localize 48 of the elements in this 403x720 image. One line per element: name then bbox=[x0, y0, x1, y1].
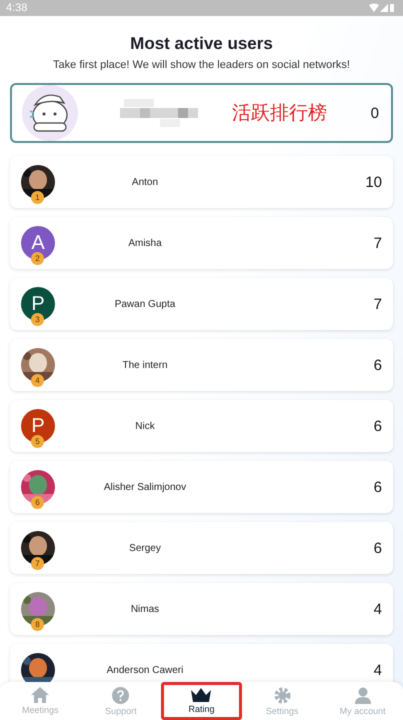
user-name: Nick bbox=[134, 420, 156, 432]
user-card[interactable]: Anderson Caweri 4 bbox=[10, 644, 393, 682]
rank-badge: 8 bbox=[31, 618, 44, 631]
user-card[interactable]: A 2 Amisha 7 bbox=[10, 217, 393, 269]
help-icon bbox=[112, 686, 130, 704]
annotation-text: 活跃排行榜 bbox=[232, 102, 328, 126]
person-icon bbox=[354, 686, 371, 704]
status-icons bbox=[369, 3, 395, 13]
user-name: Anderson Caweri bbox=[106, 664, 184, 676]
score: 4 bbox=[374, 600, 382, 618]
score: 7 bbox=[374, 296, 382, 312]
nav-tab[interactable]: Rating bbox=[161, 682, 242, 720]
score: 0 bbox=[370, 104, 379, 122]
user-name: Nimas bbox=[130, 604, 160, 614]
settings-icon bbox=[274, 686, 291, 704]
rank-badge: 5 bbox=[31, 435, 44, 448]
user-name: The intern bbox=[121, 360, 169, 370]
rank-badge: 4 bbox=[31, 374, 44, 387]
score: 6 bbox=[374, 356, 382, 374]
crown-icon bbox=[191, 688, 212, 702]
score: 6 bbox=[374, 478, 382, 496]
user-name: Pawan Gupta bbox=[114, 298, 176, 310]
page-subtitle: Take first place! We will show the leaders on social networks! bbox=[52, 59, 351, 71]
rank-badge: 1 bbox=[31, 191, 44, 204]
user-card[interactable]: 7 Sergey 6 bbox=[10, 522, 393, 574]
user-card[interactable]: 6 Alisher Salimjonov 6 bbox=[10, 461, 393, 513]
user-card[interactable]: P 5 Nick 6 bbox=[10, 400, 393, 452]
score: 6 bbox=[374, 540, 382, 556]
page-title: Most active users bbox=[129, 34, 274, 54]
user-card[interactable]: P 3 Pawan Gupta 7 bbox=[10, 278, 393, 330]
user-name: Amisha bbox=[127, 238, 163, 248]
score: 4 bbox=[374, 662, 382, 678]
user-card[interactable]: 4 The intern 6 bbox=[10, 339, 393, 391]
clock-time: 4:38 bbox=[6, 2, 28, 14]
home-icon bbox=[31, 687, 50, 703]
user-card[interactable]: 8 Nimas 4 bbox=[10, 583, 393, 635]
user-name: Anton bbox=[130, 176, 160, 188]
user-name: Sergey bbox=[128, 542, 162, 554]
cartoon-avatar bbox=[22, 85, 78, 141]
user-card[interactable]: 1 Anton 10 bbox=[10, 156, 393, 208]
rank-badge: 3 bbox=[31, 313, 44, 326]
rank-badge: 7 bbox=[31, 557, 44, 570]
rank-badge: 2 bbox=[31, 252, 44, 265]
score: 7 bbox=[374, 234, 382, 252]
rank-badge: 6 bbox=[31, 496, 44, 509]
score: 10 bbox=[365, 174, 382, 190]
user-name: Alisher Salimjonov bbox=[102, 482, 188, 492]
score: 6 bbox=[374, 418, 382, 434]
